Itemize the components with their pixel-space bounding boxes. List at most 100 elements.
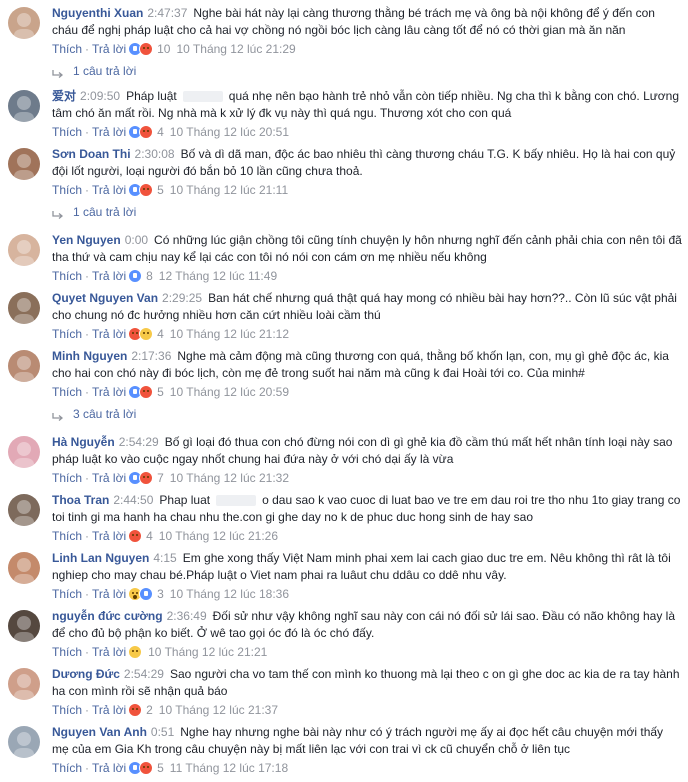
commenter-name[interactable]: Thoa Tran [52, 493, 109, 507]
commenter-name[interactable]: Quyet Nguyen Van [52, 291, 158, 305]
comment-date[interactable]: 11 Tháng 12 lúc 17:18 [170, 761, 288, 775]
like-link[interactable]: Thích [52, 385, 82, 399]
comment-date[interactable]: 10 Tháng 12 lúc 21:26 [159, 529, 278, 543]
comment-body: Linh Lan Nguyen 4:15 Em ghe xong thấy Việt… [52, 550, 682, 584]
comment-date[interactable]: 10 Tháng 12 lúc 21:11 [170, 183, 288, 197]
video-timestamp[interactable]: 2:54:29 [124, 667, 164, 681]
comment-date[interactable]: 10 Tháng 12 lúc 18:36 [170, 587, 289, 601]
video-timestamp[interactable]: 2:17:36 [131, 349, 171, 363]
view-replies-link[interactable]: 1 câu trả lời [52, 63, 136, 79]
separator: · [85, 183, 90, 197]
like-link[interactable]: Thích [52, 529, 82, 543]
commenter-name[interactable]: 爱对 [52, 89, 76, 103]
comment-date[interactable]: 10 Tháng 12 lúc 21:32 [170, 471, 289, 485]
like-link[interactable]: Thích [52, 125, 82, 139]
comment-date[interactable]: 10 Tháng 12 lúc 20:59 [170, 385, 289, 399]
reaction-summary[interactable] [128, 471, 154, 489]
separator: · [85, 703, 90, 717]
reply-link[interactable]: Trả lời [92, 529, 126, 543]
commenter-name[interactable]: Nguyenthi Xuan [52, 6, 143, 20]
angry-reaction-icon [128, 703, 143, 717]
video-timestamp[interactable]: 4:15 [153, 551, 176, 565]
avatar[interactable] [8, 90, 40, 122]
reaction-summary[interactable] [128, 761, 154, 779]
comment-item: Nguyenthi Xuan 2:47:37 Nghe bài hát này lạ… [0, 5, 688, 63]
commenter-name[interactable]: Nguyen Van Anh [52, 725, 147, 739]
reply-link[interactable]: Trả lời [92, 125, 126, 139]
comment-item: Minh Nguyen 2:17:36 Nghe mà cảm động mà cũ… [0, 348, 688, 406]
like-link[interactable]: Thích [52, 327, 82, 341]
reaction-summary[interactable] [128, 587, 154, 605]
reply-link[interactable]: Trả lời [92, 587, 126, 601]
video-timestamp[interactable]: 2:29:25 [162, 291, 202, 305]
video-timestamp[interactable]: 2:36:49 [167, 609, 207, 623]
separator: · [85, 587, 90, 601]
commenter-name[interactable]: Dương Đức [52, 667, 120, 681]
reply-link[interactable]: Trả lời [92, 645, 126, 659]
reaction-summary[interactable] [128, 385, 154, 403]
view-replies-link[interactable]: 3 câu trả lời [52, 406, 136, 422]
comment-date[interactable]: 10 Tháng 12 lúc 21:37 [159, 703, 278, 717]
comment-actions: Thích · Trả lời 4 10 Tháng 12 lúc 21:26 [52, 528, 278, 544]
view-replies-link[interactable]: 1 câu trả lời [52, 204, 136, 220]
video-timestamp[interactable]: 0:00 [125, 233, 148, 247]
commenter-name[interactable]: Yen Nguyen [52, 233, 121, 247]
like-link[interactable]: Thích [52, 471, 82, 485]
like-link[interactable]: Thích [52, 761, 82, 775]
reply-link[interactable]: Trả lời [92, 703, 126, 717]
video-timestamp[interactable]: 2:44:50 [113, 493, 153, 507]
commenter-name[interactable]: Sơn Doan Thi [52, 147, 131, 161]
video-timestamp[interactable]: 2:54:29 [119, 435, 159, 449]
avatar[interactable] [8, 668, 40, 700]
reaction-count: 5 [157, 761, 164, 775]
avatar[interactable] [8, 726, 40, 758]
comment-date[interactable]: 10 Tháng 12 lúc 20:51 [170, 125, 289, 139]
avatar[interactable] [8, 436, 40, 468]
video-timestamp[interactable]: 0:51 [151, 725, 174, 739]
like-link[interactable]: Thích [52, 587, 82, 601]
avatar[interactable] [8, 350, 40, 382]
avatar[interactable] [8, 610, 40, 642]
avatar[interactable] [8, 7, 40, 39]
commenter-name[interactable]: Linh Lan Nguyen [52, 551, 149, 565]
reply-link[interactable]: Trả lời [92, 761, 126, 775]
avatar[interactable] [8, 552, 40, 584]
reply-link[interactable]: Trả lời [92, 385, 126, 399]
video-timestamp[interactable]: 2:09:50 [80, 89, 120, 103]
comment-actions: Thích · Trả lời 4 10 Tháng 12 lúc 20:51 [52, 124, 289, 140]
reaction-summary[interactable] [128, 703, 143, 721]
reply-link[interactable]: Trả lời [92, 183, 126, 197]
video-timestamp[interactable]: 2:30:08 [135, 147, 175, 161]
comment-date[interactable]: 12 Tháng 12 lúc 11:49 [159, 269, 277, 283]
reaction-summary[interactable] [128, 183, 154, 201]
commenter-name[interactable]: Minh Nguyen [52, 349, 127, 363]
reaction-summary[interactable] [128, 645, 143, 663]
reaction-summary[interactable] [128, 42, 154, 60]
like-link[interactable]: Thích [52, 42, 82, 56]
like-link[interactable]: Thích [52, 183, 82, 197]
reply-link[interactable]: Trả lời [92, 42, 126, 56]
reply-link[interactable]: Trả lời [92, 327, 126, 341]
avatar[interactable] [8, 292, 40, 324]
avatar[interactable] [8, 148, 40, 180]
avatar[interactable] [8, 494, 40, 526]
reply-link[interactable]: Trả lời [92, 471, 126, 485]
comment-item: Dương Đức 2:54:29 Sao người cha vo tam thế… [0, 666, 688, 724]
commenter-name[interactable]: nguyễn đức cường [52, 609, 163, 623]
comment-date[interactable]: 10 Tháng 12 lúc 21:29 [176, 42, 295, 56]
comment-body: 爱对 2:09:50 Pháp luật quá nhẹ nên bạo hành t… [52, 88, 682, 122]
comment-date[interactable]: 10 Tháng 12 lúc 21:12 [170, 327, 289, 341]
video-timestamp[interactable]: 2:47:37 [147, 6, 187, 20]
reaction-summary[interactable] [128, 125, 154, 143]
reaction-summary[interactable] [128, 529, 143, 547]
commenter-name[interactable]: Hà Nguyễn [52, 435, 115, 449]
like-link[interactable]: Thích [52, 269, 82, 283]
sad-reaction-icon [139, 327, 154, 341]
reaction-summary[interactable] [128, 327, 154, 345]
comment-date[interactable]: 10 Tháng 12 lúc 21:21 [148, 645, 267, 659]
like-link[interactable]: Thích [52, 645, 82, 659]
like-link[interactable]: Thích [52, 703, 82, 717]
reaction-summary[interactable] [128, 269, 143, 287]
avatar[interactable] [8, 234, 40, 266]
reply-link[interactable]: Trả lời [92, 269, 126, 283]
